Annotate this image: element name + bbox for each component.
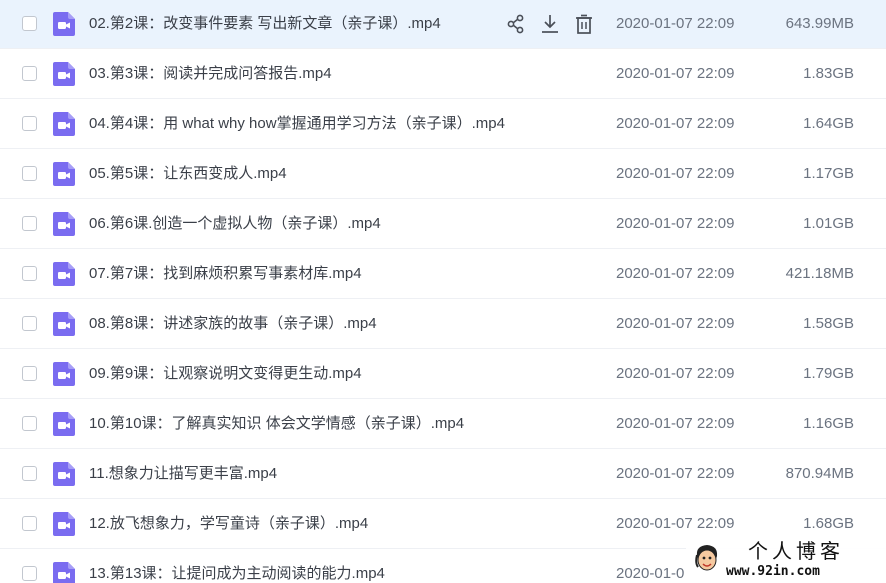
file-date: 2020-01-07 22:09 (616, 265, 735, 282)
video-file-icon (53, 12, 75, 36)
video-file-icon (53, 312, 75, 336)
cartoon-face-icon (695, 545, 718, 571)
file-size: 1.01GB (803, 215, 854, 232)
file-date: 2020-01-07 22:09 (616, 365, 735, 382)
file-name[interactable]: 10.第10课：了解真实知识 体会文学情感（亲子课）.mp4 (89, 400, 464, 448)
file-size: 1.58GB (803, 315, 854, 332)
file-date: 2020-01-07 22:09 (616, 115, 735, 132)
file-date: 2020-01-07 22:09 (616, 215, 735, 232)
video-file-icon (53, 362, 75, 386)
video-file-icon (53, 112, 75, 136)
file-size: 643.99MB (785, 15, 854, 32)
file-size: 1.17GB (803, 165, 854, 182)
video-file-icon (53, 512, 75, 536)
file-row[interactable]: 08.第8课：讲述家族的故事（亲子课）.mp4 2020-01-07 22:09 1… (0, 300, 886, 349)
file-row[interactable]: 05.第5课：让东西变成人.mp4 2020-01-07 22:09 1.17GB (0, 150, 886, 199)
file-row[interactable]: 07.第7课：找到麻烦积累写事素材库.mp4 2020-01-07 22:09 42… (0, 250, 886, 299)
file-date: 2020-01-07 22:09 (616, 415, 735, 432)
file-name[interactable]: 08.第8课：讲述家族的故事（亲子课）.mp4 (89, 300, 377, 348)
row-checkbox[interactable] (22, 66, 37, 81)
row-checkbox[interactable] (22, 166, 37, 181)
row-checkbox[interactable] (22, 316, 37, 331)
row-checkbox[interactable] (22, 566, 37, 581)
file-name[interactable]: 07.第7课：找到麻烦积累写事素材库.mp4 (89, 250, 362, 298)
video-file-icon (53, 412, 75, 436)
video-file-icon (53, 162, 75, 186)
file-name[interactable]: 11.想象力让描写更丰富.mp4 (89, 450, 277, 498)
row-checkbox[interactable] (22, 366, 37, 381)
file-name[interactable]: 13.第13课：让提问成为主动阅读的能力.mp4 (89, 550, 385, 583)
file-size: 1.79GB (803, 365, 854, 382)
watermark: 个人博客 www.92in.com (686, 539, 886, 583)
file-name[interactable]: 03.第3课：阅读并完成问答报告.mp4 (89, 50, 332, 98)
file-size: 870.94MB (785, 465, 854, 482)
file-name[interactable]: 02.第2课：改变事件要素 写出新文章（亲子课）.mp4 (89, 0, 441, 48)
video-file-icon (53, 562, 75, 583)
file-date: 2020-01-07 22:09 (616, 315, 735, 332)
watermark-title: 个人博客 (748, 539, 844, 563)
file-date: 2020-01-07 22:09 (616, 15, 735, 32)
video-file-icon (53, 262, 75, 286)
file-name[interactable]: 04.第4课：用 what why how掌握通用学习方法（亲子课）.mp4 (89, 100, 505, 148)
row-checkbox[interactable] (22, 416, 37, 431)
row-checkbox[interactable] (22, 266, 37, 281)
row-checkbox[interactable] (22, 516, 37, 531)
row-checkbox[interactable] (22, 466, 37, 481)
row-checkbox[interactable] (22, 16, 37, 31)
file-row[interactable]: 03.第3课：阅读并完成问答报告.mp4 2020-01-07 22:09 1.83… (0, 50, 886, 99)
file-row[interactable]: 09.第9课：让观察说明文变得更生动.mp4 2020-01-07 22:09 1.… (0, 350, 886, 399)
file-size: 1.16GB (803, 415, 854, 432)
delete-icon[interactable] (573, 13, 595, 35)
video-file-icon (53, 462, 75, 486)
file-name[interactable]: 06.第6课.创造一个虚拟人物（亲子课）.mp4 (89, 200, 381, 248)
file-size: 1.64GB (803, 115, 854, 132)
file-date: 2020-01-07 22:09 (616, 65, 735, 82)
file-list: 02.第2课：改变事件要素 写出新文章（亲子课）.mp4 2020-01-07 2… (0, 0, 886, 583)
share-icon[interactable] (505, 13, 527, 35)
file-name[interactable]: 09.第9课：让观察说明文变得更生动.mp4 (89, 350, 362, 398)
row-checkbox[interactable] (22, 116, 37, 131)
row-checkbox[interactable] (22, 216, 37, 231)
file-date: 2020-01-07 22:09 (616, 165, 735, 182)
file-row[interactable]: 04.第4课：用 what why how掌握通用学习方法（亲子课）.mp4 20… (0, 100, 886, 149)
file-name[interactable]: 05.第5课：让东西变成人.mp4 (89, 150, 287, 198)
file-row[interactable]: 10.第10课：了解真实知识 体会文学情感（亲子课）.mp4 2020-01-07… (0, 400, 886, 449)
file-size: 421.18MB (785, 265, 854, 282)
file-name[interactable]: 12.放飞想象力，学写童诗（亲子课）.mp4 (89, 500, 368, 548)
watermark-url: www.92in.com (726, 564, 820, 579)
file-row[interactable]: 02.第2课：改变事件要素 写出新文章（亲子课）.mp4 2020-01-07 2… (0, 0, 886, 49)
video-file-icon (53, 62, 75, 86)
download-icon[interactable] (539, 13, 561, 35)
file-date: 2020-01-07 22:09 (616, 465, 735, 482)
file-row[interactable]: 06.第6课.创造一个虚拟人物（亲子课）.mp4 2020-01-07 22:09… (0, 200, 886, 249)
file-row[interactable]: 11.想象力让描写更丰富.mp4 2020-01-07 22:09 870.94MB (0, 450, 886, 499)
file-size: 1.83GB (803, 65, 854, 82)
video-file-icon (53, 212, 75, 236)
file-date: 2020-01-0 (616, 565, 685, 582)
